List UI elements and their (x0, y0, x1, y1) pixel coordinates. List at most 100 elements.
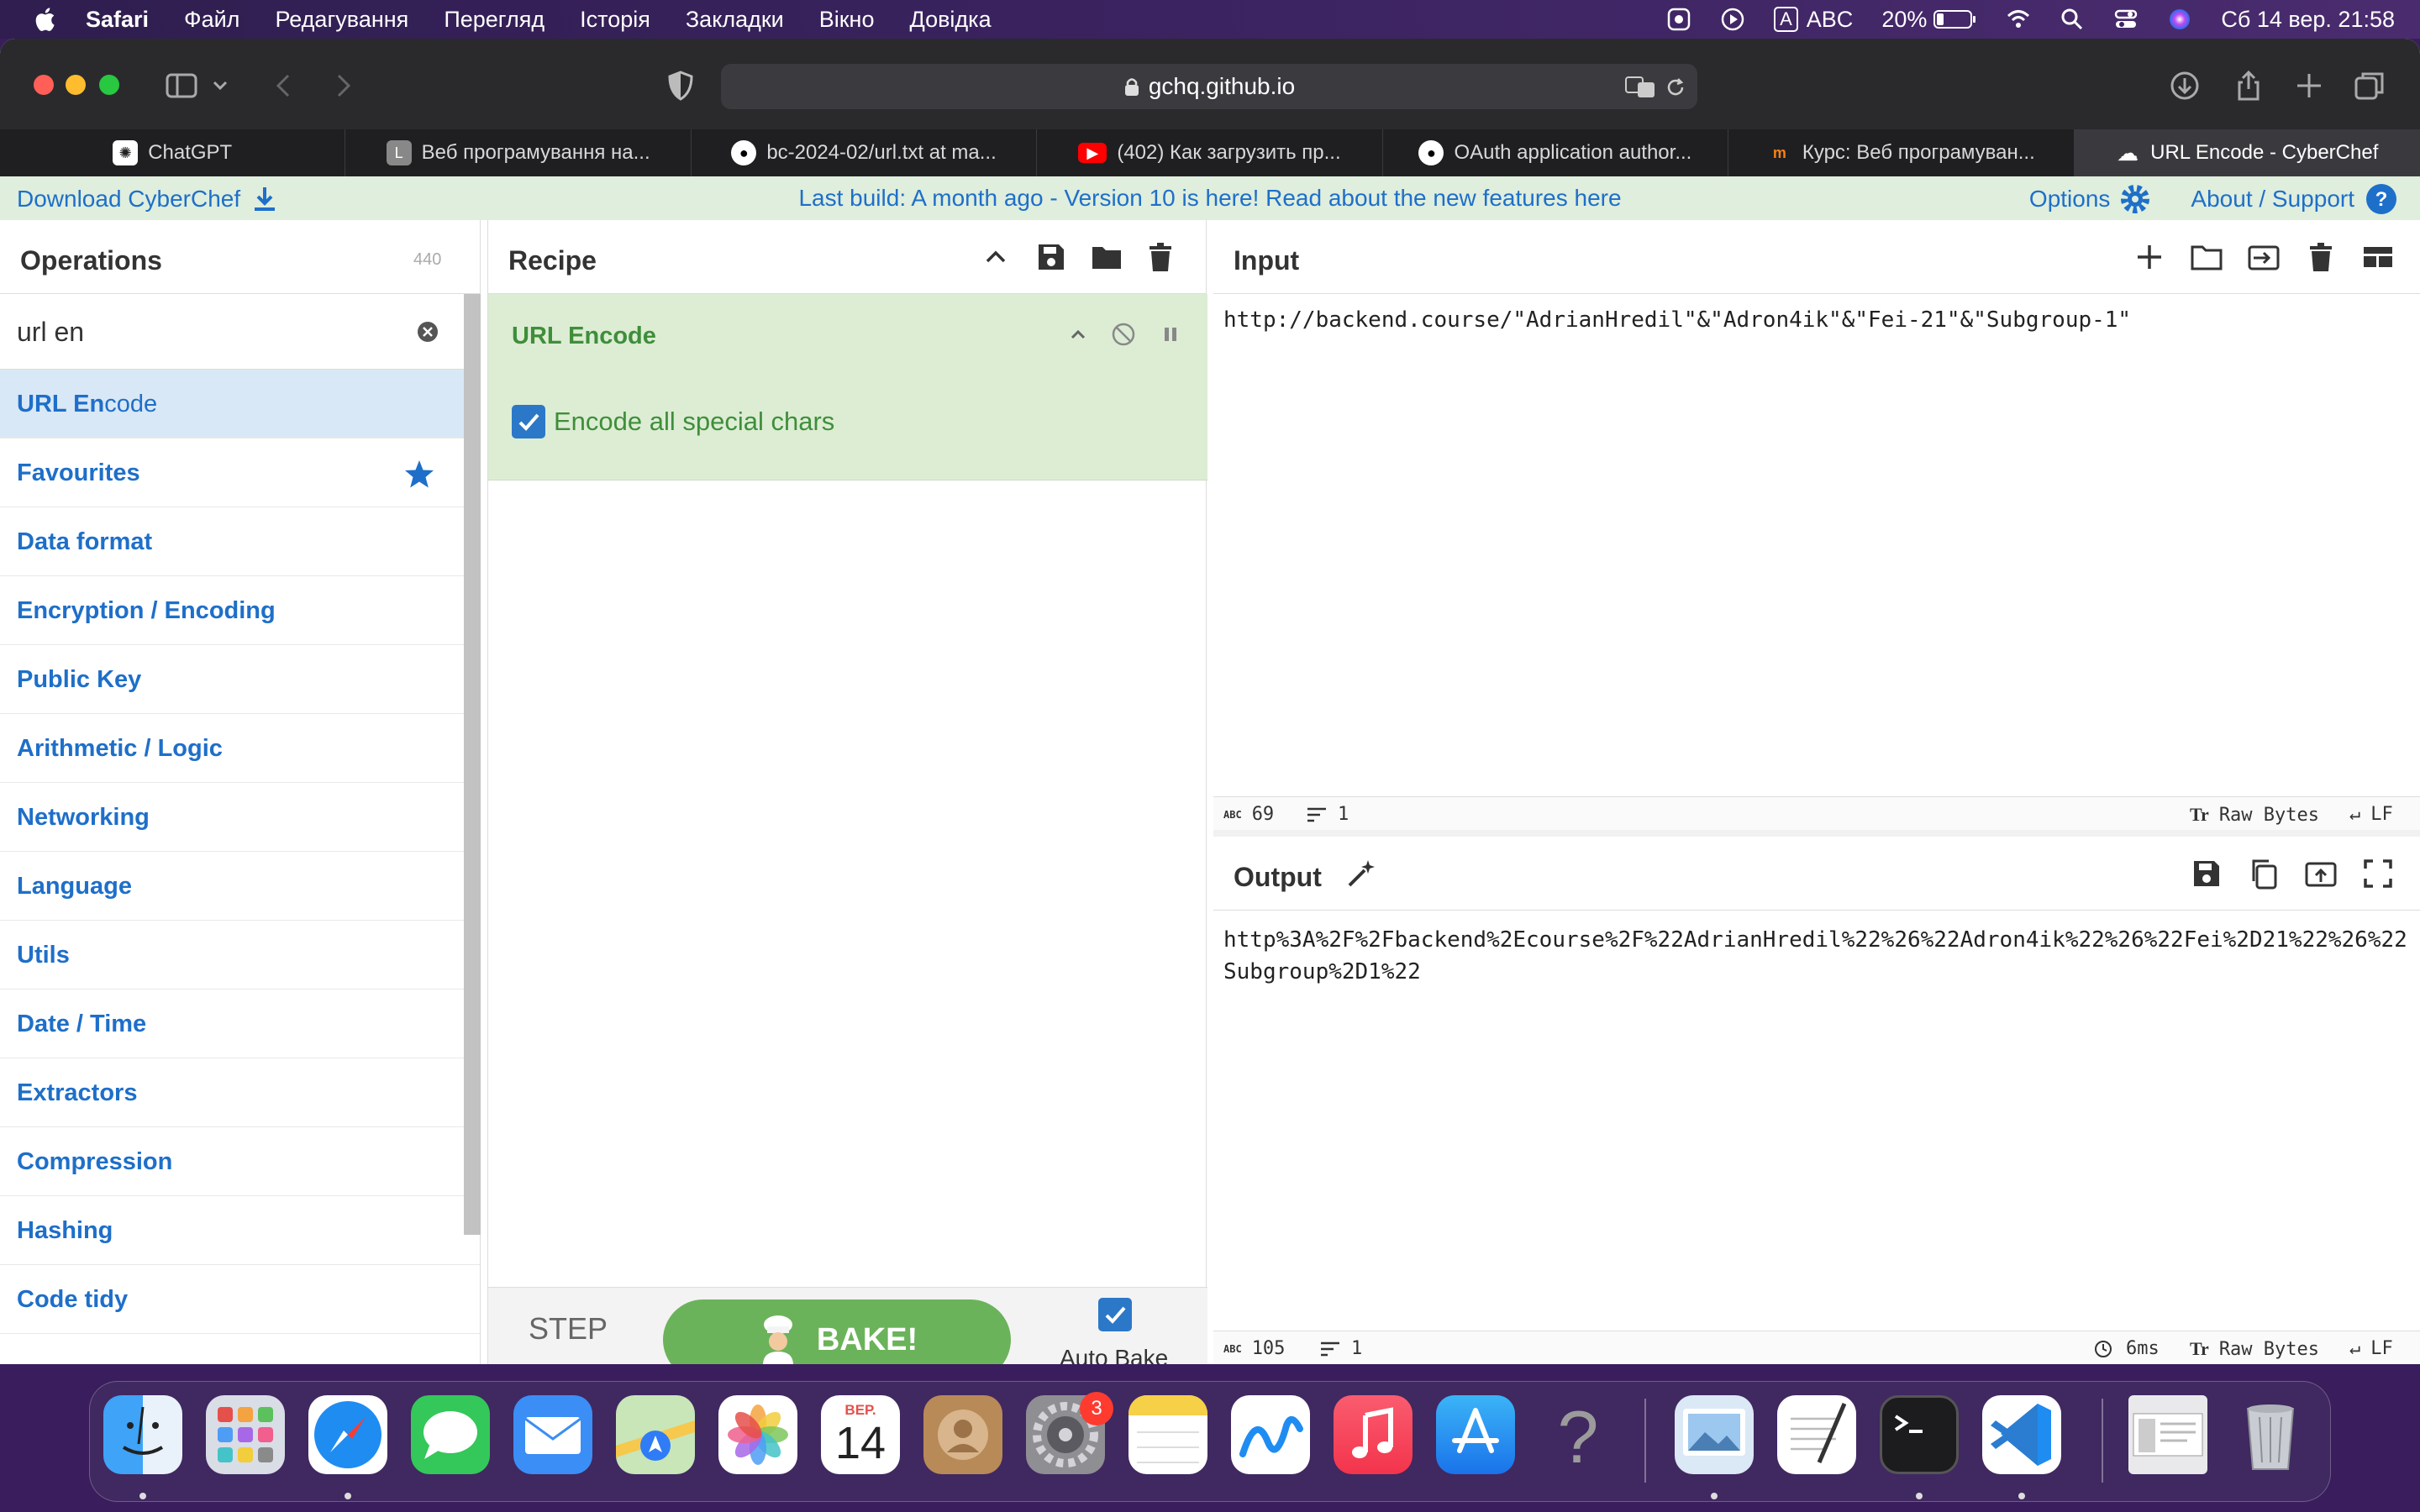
tab-overview-icon[interactable] (2353, 69, 2386, 102)
dock-maps[interactable] (616, 1395, 695, 1474)
menu-help[interactable]: Довідка (909, 7, 991, 33)
category-data-format[interactable]: Data format (0, 507, 480, 576)
dock-vscode[interactable] (1982, 1395, 2061, 1474)
battery-status[interactable]: 20% (1881, 7, 1977, 33)
dock-music[interactable] (1334, 1395, 1413, 1474)
dock-safari[interactable] (308, 1395, 387, 1474)
about-support-link[interactable]: About / Support ? (2177, 182, 2398, 216)
output-eol[interactable]: ↵ LF (2349, 1338, 2393, 1359)
dock-finder[interactable] (103, 1395, 182, 1474)
forward-icon[interactable] (326, 69, 360, 102)
focus-icon[interactable] (1666, 7, 1691, 32)
wifi-icon[interactable] (2006, 7, 2031, 32)
category-code-tidy[interactable]: Code tidy (0, 1265, 480, 1334)
tab-moodle-course[interactable]: m Курс: Веб програмуван... (1728, 129, 2075, 176)
sidebar-toggle-icon[interactable] (165, 69, 198, 102)
play-icon[interactable] (1720, 7, 1745, 32)
input-source[interactable]: A ABC (1774, 7, 1853, 33)
clear-search-icon[interactable] (417, 321, 439, 343)
address-bar[interactable]: gchq.github.io (721, 64, 1697, 109)
dock-app-store[interactable] (1436, 1395, 1515, 1474)
category-hashing[interactable]: Hashing (0, 1196, 480, 1265)
tab-chatgpt[interactable]: ✺ ChatGPT (0, 129, 346, 176)
layout-toggle-icon[interactable] (2361, 240, 2395, 274)
siri-icon[interactable] (2167, 7, 2192, 32)
menu-history[interactable]: Історія (580, 7, 650, 33)
maximise-output-icon[interactable] (2361, 857, 2395, 890)
io-divider-handle[interactable] (1213, 830, 2420, 837)
close-window-button[interactable] (34, 75, 54, 95)
tab-cyberchef[interactable]: ☁ URL Encode - CyberChef (2074, 129, 2420, 176)
category-networking[interactable]: Networking (0, 783, 480, 852)
category-encryption-encoding[interactable]: Encryption / Encoding (0, 576, 480, 645)
dock-trash[interactable] (2231, 1395, 2310, 1474)
load-recipe-folder-icon[interactable] (1090, 240, 1123, 274)
pause-operation-icon[interactable] (1157, 321, 1184, 348)
chevron-up-icon[interactable] (979, 240, 1013, 274)
privacy-shield-icon[interactable] (664, 69, 697, 102)
minimize-window-button[interactable] (66, 75, 86, 95)
save-output-icon[interactable] (2190, 857, 2223, 890)
menu-bookmarks[interactable]: Закладки (686, 7, 784, 33)
collapse-operation-icon[interactable] (1065, 321, 1092, 348)
menu-app-name[interactable]: Safari (86, 7, 149, 33)
dock-calendar[interactable]: ВЕР. 14 (821, 1395, 900, 1474)
operations-scrollbar[interactable] (464, 294, 481, 1235)
category-utils[interactable]: Utils (0, 921, 480, 990)
chevron-down-icon[interactable] (210, 69, 230, 102)
control-center-icon[interactable] (2113, 7, 2139, 32)
tab-github-url-txt[interactable]: ● bc-2024-02/url.txt at ma... (692, 129, 1038, 176)
operations-search-input[interactable] (17, 311, 403, 353)
reload-icon[interactable] (1664, 76, 1687, 99)
back-icon[interactable] (267, 69, 301, 102)
open-file-icon[interactable] (2247, 240, 2281, 274)
magic-wand-icon[interactable] (1344, 857, 1378, 890)
apple-icon[interactable] (32, 5, 60, 34)
dock-contacts[interactable] (923, 1395, 1002, 1474)
category-extractors[interactable]: Extractors (0, 1058, 480, 1127)
bake-button[interactable]: BAKE! (663, 1299, 1011, 1364)
dock-launchpad[interactable] (206, 1395, 285, 1474)
category-favourites[interactable]: Favourites (0, 438, 480, 507)
encode-all-special-chars-checkbox[interactable] (512, 405, 545, 438)
step-button[interactable]: STEP (529, 1311, 608, 1347)
replace-input-icon[interactable] (2304, 857, 2338, 890)
recipe-operation-url-encode[interactable]: URL Encode Encode all special chars (488, 294, 1207, 480)
dock-screenshot-stack[interactable] (2128, 1395, 2207, 1474)
dock-preview[interactable] (1675, 1395, 1754, 1474)
menu-view[interactable]: Перегляд (444, 7, 544, 33)
add-input-icon[interactable] (2133, 240, 2166, 274)
menu-edit[interactable]: Редагування (275, 7, 408, 33)
clock[interactable]: Сб 14 вер. 21:58 (2221, 7, 2395, 33)
input-textarea[interactable]: http://backend.course/"AdrianHredil"&"Ad… (1223, 304, 2417, 336)
dock-photos[interactable] (718, 1395, 797, 1474)
share-icon[interactable] (2232, 69, 2265, 102)
category-language[interactable]: Language (0, 852, 480, 921)
output-textarea[interactable]: http%3A%2F%2Fbackend%2Ecourse%2F%22Adria… (1223, 924, 2417, 988)
clear-recipe-trash-icon[interactable] (1144, 240, 1177, 274)
dock-freeform[interactable] (1231, 1395, 1310, 1474)
category-public-key[interactable]: Public Key (0, 645, 480, 714)
category-compression[interactable]: Compression (0, 1127, 480, 1196)
save-recipe-icon[interactable] (1034, 240, 1068, 274)
dock-messages[interactable] (411, 1395, 490, 1474)
dock-textedit[interactable] (1777, 1395, 1856, 1474)
options-link[interactable]: Options (2016, 182, 2153, 216)
dock-terminal[interactable] (1880, 1395, 1959, 1474)
spotlight-search-icon[interactable] (2060, 7, 2085, 32)
disable-operation-icon[interactable] (1110, 321, 1137, 348)
menu-window[interactable]: Вікно (819, 7, 875, 33)
zoom-window-button[interactable] (99, 75, 119, 95)
translate-icon[interactable] (1625, 76, 1657, 99)
dock-help[interactable]: ? (1539, 1395, 1618, 1474)
operation-url-encode[interactable]: URL Encode (0, 370, 480, 438)
copy-output-icon[interactable] (2247, 857, 2281, 890)
input-eol[interactable]: ↵ LF (2349, 804, 2393, 825)
new-tab-icon[interactable] (2292, 69, 2326, 102)
auto-bake-checkbox[interactable] (1098, 1298, 1132, 1331)
dock-notes[interactable] (1128, 1395, 1207, 1474)
tab-youtube[interactable]: ▶ (402) Как загрузить пр... (1037, 129, 1383, 176)
clear-input-trash-icon[interactable] (2304, 240, 2338, 274)
downloads-icon[interactable] (2168, 69, 2202, 102)
tab-oauth[interactable]: ● OAuth application author... (1383, 129, 1729, 176)
